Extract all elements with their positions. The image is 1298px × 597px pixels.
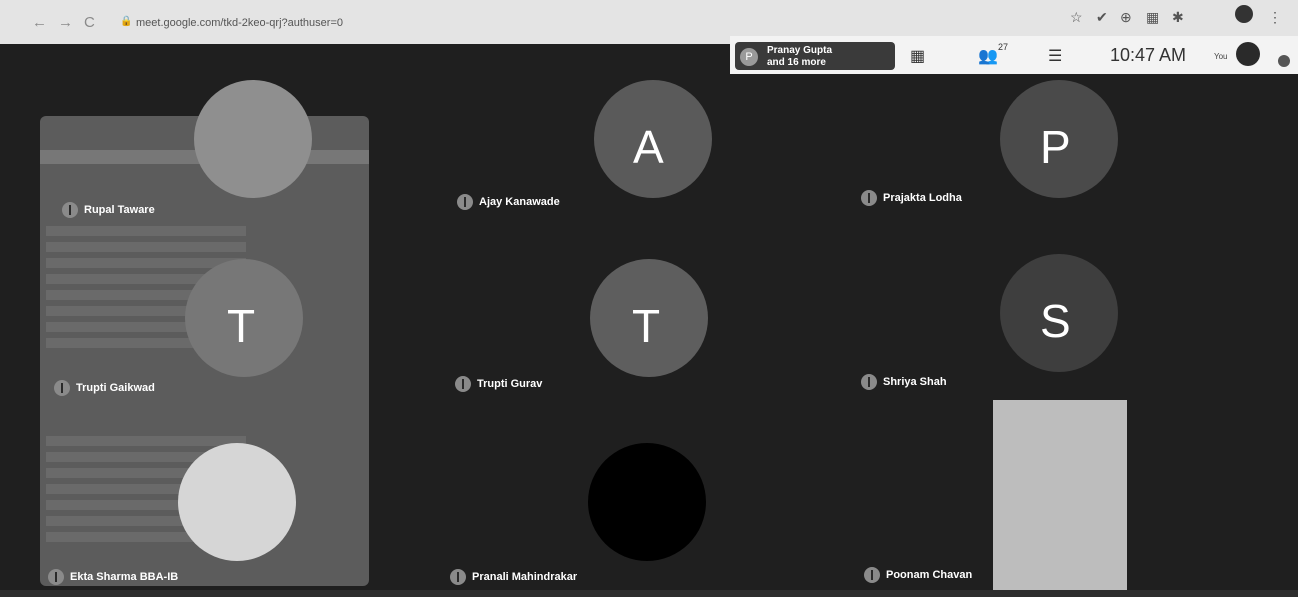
people-icon[interactable]: 👥 <box>978 46 998 66</box>
participants-chip[interactable]: P Pranay Gupta and 16 more <box>735 42 895 70</box>
lock-icon: 🔒 <box>120 16 133 27</box>
muted-mic-icon <box>450 569 466 585</box>
back-icon[interactable]: ← <box>32 14 47 31</box>
muted-mic-icon <box>457 194 473 210</box>
participant-avatar: P <box>740 48 758 66</box>
poonam-chavan-video-feed <box>993 400 1127 590</box>
meeting-stage: P Pranay Gupta and 16 more ▦ 👥 27 ☰ 10:4… <box>0 36 1298 597</box>
shriya-shah-initial: S <box>1040 295 1071 347</box>
ekta-sharma-avatar-photo <box>178 443 296 561</box>
self-status-dot <box>1278 55 1290 67</box>
tile-name-pranali-mahindrakar: Pranali Mahindrakar <box>472 571 578 583</box>
muted-mic-icon <box>62 202 78 218</box>
panel-row <box>46 436 246 446</box>
muted-mic-icon <box>861 374 877 390</box>
extension-check-icon[interactable]: ✔ <box>1096 9 1108 26</box>
pranali-mahindrakar-avatar <box>588 443 706 561</box>
bookmark-star-icon[interactable]: ☆ <box>1070 9 1083 26</box>
rupal-taware-avatar-photo <box>194 80 312 198</box>
extension-grid-icon[interactable]: ▦ <box>1146 9 1159 26</box>
muted-mic-icon <box>48 569 64 585</box>
address-bar[interactable]: meet.google.com/tkd-2keo-qrj?authuser=0 <box>136 17 343 29</box>
trupti-gaikwad-initial: T <box>227 300 256 352</box>
puzzle-icon[interactable]: ✱ <box>1172 9 1184 26</box>
panel-row <box>46 226 246 236</box>
muted-mic-icon <box>54 380 70 396</box>
tile-name-trupti-gurav: Trupti Gurav <box>477 378 543 390</box>
extension-icon[interactable]: ⊕ <box>1120 9 1132 26</box>
participants-primary: Pranay Gupta <box>767 45 833 56</box>
forward-icon[interactable]: → <box>58 14 73 31</box>
layout-icon[interactable]: ▦ <box>910 46 925 66</box>
reload-icon[interactable]: C <box>84 14 95 31</box>
tile-name-ekta-sharma: Ekta Sharma BBA-IB <box>70 571 179 583</box>
ajay-kanawade-initial: A <box>633 121 664 173</box>
tile-name-rupal-taware: Rupal Taware <box>84 204 155 216</box>
trupti-gurav-initial: T <box>632 300 661 352</box>
muted-mic-icon <box>455 376 471 392</box>
people-count: 27 <box>998 42 1009 52</box>
panel-row <box>46 242 246 252</box>
meet-top-bar: P Pranay Gupta and 16 more ▦ 👥 27 ☰ 10:4… <box>730 36 1298 74</box>
os-taskbar <box>0 590 1298 597</box>
chat-icon[interactable]: ☰ <box>1048 46 1062 66</box>
tile-name-poonam-chavan: Poonam Chavan <box>886 569 973 581</box>
meeting-clock: 10:47 AM <box>1110 45 1187 65</box>
browser-profile-avatar[interactable] <box>1235 5 1253 23</box>
tile-name-ajay-kanawade: Ajay Kanawade <box>479 196 560 208</box>
you-label: You <box>1214 52 1228 61</box>
browser-menu-icon[interactable]: ⋮ <box>1268 9 1282 26</box>
participants-more: and 16 more <box>767 57 826 68</box>
muted-mic-icon <box>861 190 877 206</box>
muted-mic-icon <box>864 567 880 583</box>
tile-name-trupti-gaikwad: Trupti Gaikwad <box>76 382 155 394</box>
tile-name-prajakta-lodha: Prajakta Lodha <box>883 192 962 204</box>
prajakta-lodha-initial: P <box>1040 121 1071 173</box>
tile-name-shriya-shah: Shriya Shah <box>883 376 947 388</box>
self-avatar[interactable] <box>1236 42 1260 66</box>
